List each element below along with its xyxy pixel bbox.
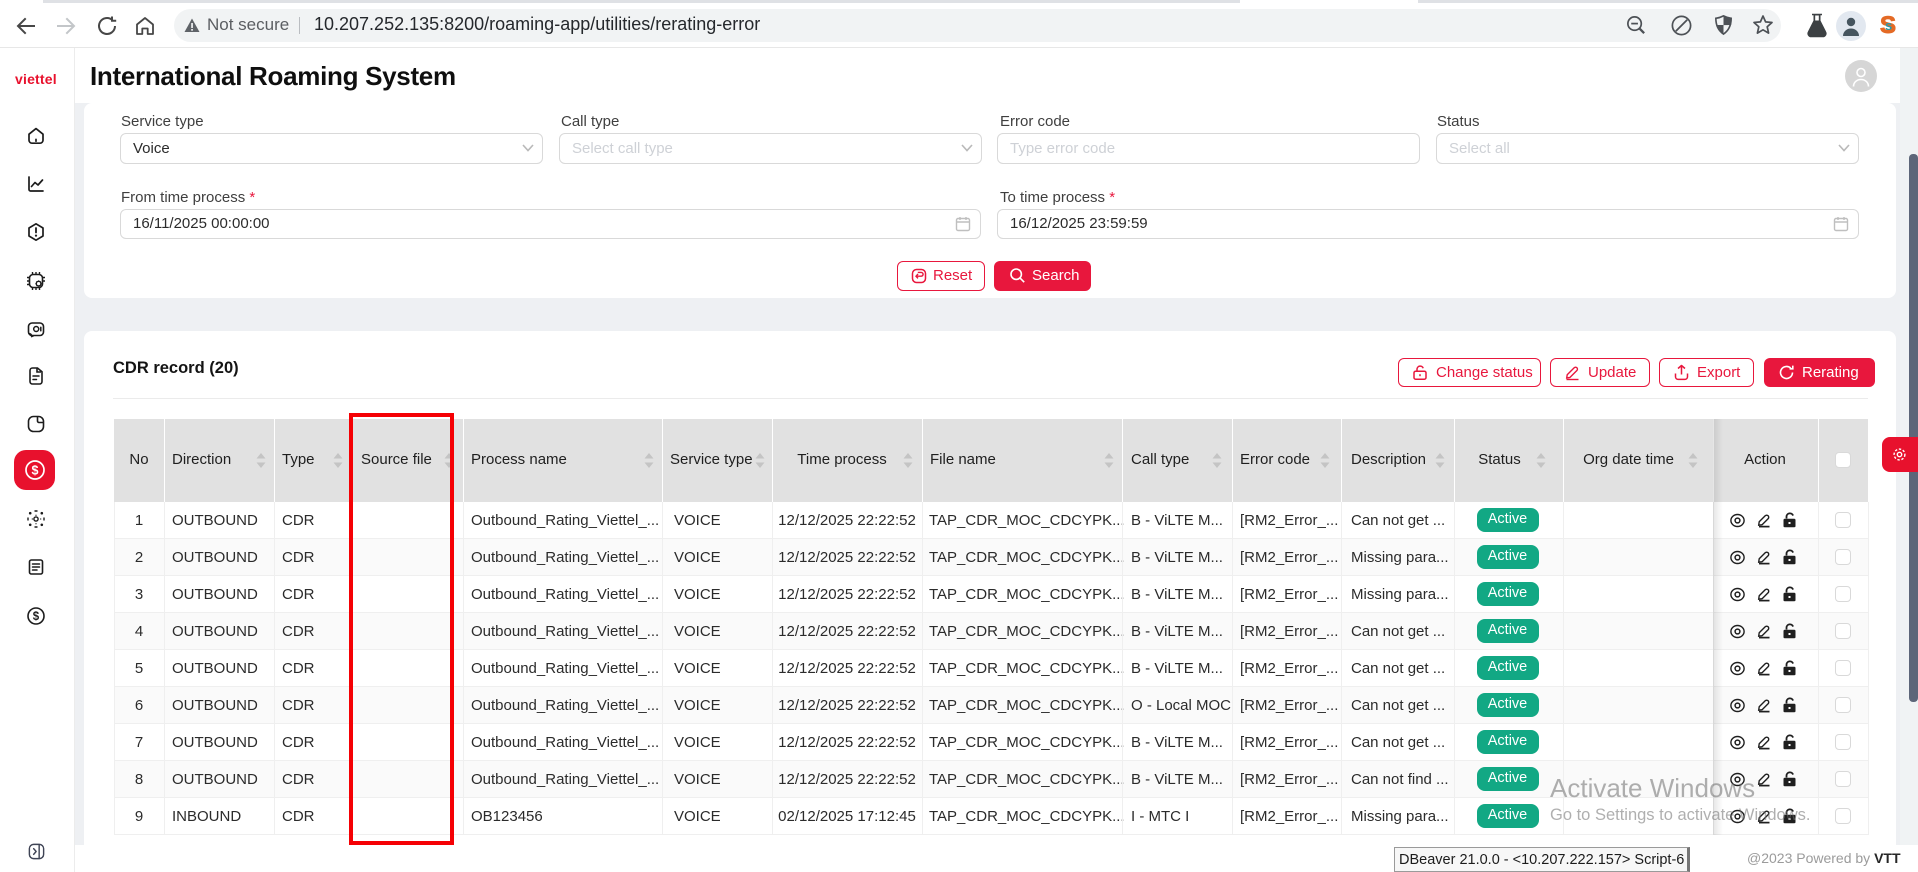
svg-text:$: $: [33, 611, 40, 623]
svg-text:$: $: [32, 463, 39, 477]
